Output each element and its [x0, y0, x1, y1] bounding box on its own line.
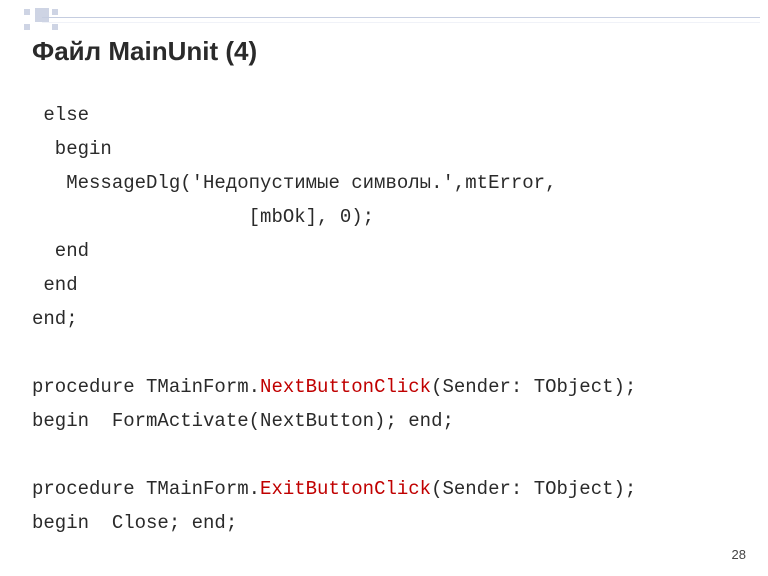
code-line: else [32, 104, 89, 126]
ornament-square-icon [24, 9, 30, 15]
code-text: procedure TMainForm. [32, 376, 260, 398]
ornament-square-icon [52, 9, 58, 15]
code-line: [mbOk], 0); [32, 206, 374, 228]
code-text: (Sender: TObject); [431, 478, 636, 500]
code-line: end; [32, 308, 78, 330]
code-line: MessageDlg('Недопустимые символы.',mtErr… [32, 172, 557, 194]
highlight-method: NextButtonClick [260, 376, 431, 398]
code-text: (Sender: TObject); [431, 376, 636, 398]
slide: Файл MainUnit (4) else begin MessageDlg(… [0, 0, 768, 576]
code-block: else begin MessageDlg('Недопустимые симв… [32, 98, 736, 576]
slide-title: Файл MainUnit (4) [32, 36, 257, 67]
code-line: end [32, 274, 78, 296]
ornament-square-icon [52, 24, 58, 30]
code-line: procedure TMainForm.ExitButtonClick(Send… [32, 478, 636, 500]
page-number: 28 [732, 547, 746, 562]
code-line: end [32, 240, 89, 262]
code-line: begin Close; end; [32, 512, 237, 534]
code-line: begin FormActivate(NextButton); end; [32, 410, 454, 432]
code-text: procedure TMainForm. [32, 478, 260, 500]
code-line: procedure TMainForm.NextButtonClick(Send… [32, 376, 636, 398]
ornament-square-icon [35, 8, 49, 22]
header-rule [42, 17, 760, 18]
highlight-method: ExitButtonClick [260, 478, 431, 500]
ornament-square-icon [24, 24, 30, 30]
code-line: begin [32, 138, 112, 160]
header-rule-secondary [42, 22, 760, 23]
corner-ornament [22, 8, 82, 32]
